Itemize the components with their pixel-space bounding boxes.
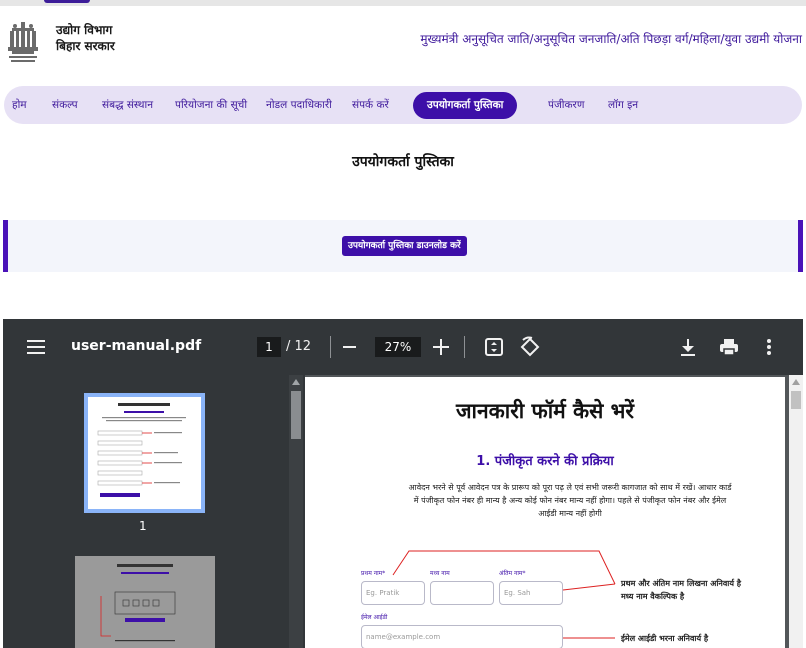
download-band: उपयोगकर्ता पुस्तिका डाउनलोड करें bbox=[3, 220, 803, 272]
page-thumbnail[interactable] bbox=[84, 393, 205, 513]
menu-icon[interactable] bbox=[27, 339, 45, 355]
page-thumbnail[interactable] bbox=[75, 556, 215, 648]
name-note: प्रथम और अंतिम नाम लिखना अनिवार्य है मध्… bbox=[621, 577, 741, 603]
scrollbar-thumb[interactable] bbox=[791, 391, 801, 409]
page-number-input[interactable]: 1 bbox=[257, 337, 281, 357]
toolbar-divider bbox=[330, 336, 331, 358]
print-icon[interactable] bbox=[718, 336, 740, 358]
bihar-emblem-icon bbox=[8, 22, 38, 62]
nav-item-user-manual[interactable]: उपयोगकर्ता पुस्तिका bbox=[413, 92, 518, 119]
department-name: उद्योग विभाग बिहार सरकार bbox=[56, 22, 115, 54]
pdf-page: जानकारी फॉर्म कैसे भरें 1. पंजीकृत करने … bbox=[305, 377, 785, 648]
nav-item-login[interactable]: लॉग इन bbox=[608, 86, 638, 124]
zoom-out-icon[interactable] bbox=[343, 346, 356, 348]
name-note-line-2: मध्य नाम वैकल्पिक है bbox=[621, 592, 685, 601]
zoom-input[interactable]: 27% bbox=[375, 337, 421, 357]
nav-item-project-list[interactable]: परियोजना की सूची bbox=[175, 86, 247, 124]
nav-item-resolution[interactable]: संकल्प bbox=[52, 86, 78, 124]
page-title: उपयोगकर्ता पुस्तिका bbox=[352, 154, 454, 170]
nav-item-registration[interactable]: पंजीकरण bbox=[548, 86, 584, 124]
thumbnail-scrollbar[interactable] bbox=[289, 375, 303, 648]
annotation-arrows bbox=[392, 550, 616, 639]
thumbnail-preview bbox=[97, 403, 186, 497]
scrollbar-thumb[interactable] bbox=[291, 391, 301, 439]
thumbnail-preview bbox=[75, 556, 215, 648]
pdf-file-name: user-manual.pdf bbox=[71, 338, 202, 354]
scroll-up-arrow-icon[interactable] bbox=[792, 379, 800, 385]
page-area: जानकारी फॉर्म कैसे भरें 1. पंजीकृत करने … bbox=[305, 375, 803, 648]
scroll-up-arrow-icon[interactable] bbox=[292, 379, 300, 385]
download-manual-button[interactable]: उपयोगकर्ता पुस्तिका डाउनलोड करें bbox=[342, 236, 467, 256]
pdf-viewer: user-manual.pdf 1 / 12 27% 1 जानकारी फॉर… bbox=[3, 319, 803, 648]
main-nav: होम संकल्प संबद्ध संस्थान परियोजना की सू… bbox=[4, 86, 802, 124]
top-strip-pill bbox=[44, 0, 90, 3]
pdf-toolbar: user-manual.pdf 1 / 12 27% bbox=[3, 319, 803, 375]
thumbnail-page-number: 1 bbox=[139, 519, 147, 533]
page-total: / 12 bbox=[286, 339, 312, 354]
page-scrollbar[interactable] bbox=[789, 375, 803, 648]
scheme-title: मुख्यमंत्री अनुसूचित जाति/अनुसूचित जनजात… bbox=[420, 32, 802, 46]
nav-item-nodal-officer[interactable]: नोडल पदाधिकारी bbox=[266, 86, 332, 124]
fit-page-icon[interactable] bbox=[483, 336, 505, 358]
more-icon[interactable] bbox=[758, 336, 780, 358]
nav-item-contact[interactable]: संपर्क करें bbox=[352, 86, 389, 124]
toolbar-divider bbox=[464, 336, 465, 358]
top-strip bbox=[0, 0, 806, 6]
nav-item-affiliated-institutions[interactable]: संबद्ध संस्थान bbox=[102, 86, 153, 124]
zoom-in-icon[interactable] bbox=[433, 339, 449, 355]
name-note-line-1: प्रथम और अंतिम नाम लिखना अनिवार्य है bbox=[621, 579, 742, 588]
download-icon[interactable] bbox=[677, 336, 699, 358]
nav-item-home[interactable]: होम bbox=[12, 86, 27, 124]
email-note: ईमेल आईडी भरना अनिवार्य है bbox=[621, 634, 709, 643]
department-line-1: उद्योग विभाग bbox=[56, 23, 113, 37]
rotate-icon[interactable] bbox=[519, 336, 541, 358]
thumbnail-sidebar: 1 bbox=[3, 375, 305, 648]
site-header: उद्योग विभाग बिहार सरकार मुख्यमंत्री अनु… bbox=[0, 10, 806, 76]
department-line-2: बिहार सरकार bbox=[56, 39, 115, 53]
